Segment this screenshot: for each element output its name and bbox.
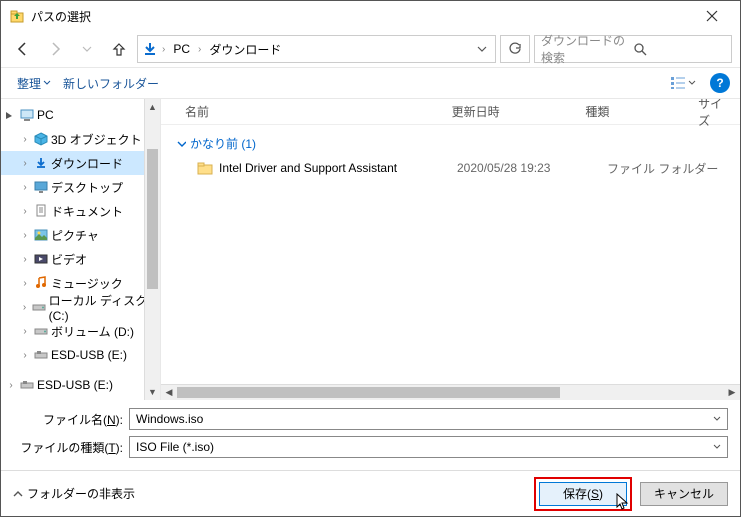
save-button[interactable]: 保存(S) — [539, 482, 627, 506]
file-list[interactable]: かなり前 (1) Intel Driver and Support Assist… — [161, 125, 740, 384]
collapse-icon — [177, 139, 186, 148]
search-input[interactable]: ダウンロードの検索 — [534, 35, 732, 63]
window-title: パスの選択 — [31, 8, 692, 25]
app-icon — [9, 8, 25, 24]
tree-item-videos[interactable]: ›ビデオ — [1, 247, 160, 271]
folder-icon — [197, 160, 213, 176]
filetype-label: ファイルの種類(T): — [13, 439, 123, 456]
recent-dropdown[interactable] — [73, 35, 101, 63]
search-placeholder: ダウンロードの検索 — [541, 32, 633, 66]
usb-drive-icon — [19, 377, 35, 393]
desktop-icon — [33, 179, 49, 195]
scroll-right-arrow[interactable]: ▶ — [724, 387, 740, 398]
collapse-icon[interactable] — [5, 111, 17, 120]
cube-icon — [33, 131, 49, 147]
col-date[interactable]: 更新日時 — [444, 103, 578, 120]
sidebar-tree: PC ›3D オブジェクト ›ダウンロード ›デスクトップ ›ドキュメント ›ピ… — [1, 99, 161, 400]
pictures-icon — [33, 227, 49, 243]
scroll-thumb[interactable] — [177, 387, 560, 398]
column-headers: 名前 更新日時 種類 サイズ — [161, 99, 740, 125]
tree-item-downloads[interactable]: ›ダウンロード — [1, 151, 160, 175]
downloads-icon — [142, 41, 158, 57]
tree-item-esd-usb-e[interactable]: ›ESD-USB (E:) — [1, 343, 160, 367]
tree-item-volume-d[interactable]: ›ボリューム (D:) — [1, 319, 160, 343]
cancel-button[interactable]: キャンセル — [640, 482, 728, 506]
scroll-thumb[interactable] — [147, 149, 158, 289]
tree-item-pc[interactable]: PC — [1, 103, 160, 127]
filename-input[interactable]: Windows.iso — [129, 408, 728, 430]
tree-item-documents[interactable]: ›ドキュメント — [1, 199, 160, 223]
up-button[interactable] — [105, 35, 133, 63]
cursor-icon — [616, 493, 630, 511]
back-button[interactable] — [9, 35, 37, 63]
forward-button[interactable] — [41, 35, 69, 63]
drive-icon — [33, 323, 49, 339]
scroll-up-arrow[interactable]: ▲ — [145, 99, 160, 115]
tree-item-local-disk-c[interactable]: ›ローカル ディスク (C:) — [1, 295, 160, 319]
tree-item-desktop[interactable]: ›デスクトップ — [1, 175, 160, 199]
breadcrumb-current[interactable]: ダウンロード — [205, 39, 285, 60]
address-bar[interactable]: › PC › ダウンロード — [137, 35, 496, 63]
col-name[interactable]: 名前 — [177, 103, 444, 120]
help-button[interactable]: ? — [710, 73, 730, 93]
tree-item-pictures[interactable]: ›ピクチャ — [1, 223, 160, 247]
chevron-right-icon: › — [162, 44, 165, 55]
titlebar: パスの選択 — [1, 1, 740, 31]
organize-button[interactable]: 整理 — [11, 71, 57, 96]
address-dropdown[interactable] — [473, 44, 491, 54]
pc-icon — [19, 107, 35, 123]
usb-drive-icon — [33, 347, 49, 363]
tree-item-esd-usb-root[interactable]: ›ESD-USB (E:) — [1, 373, 160, 397]
scroll-left-arrow[interactable]: ◀ — [161, 387, 177, 398]
breadcrumb-pc[interactable]: PC — [169, 40, 194, 58]
close-button[interactable] — [692, 1, 732, 31]
footer: フォルダーの非表示 保存(S) キャンセル — [1, 470, 740, 516]
save-inputs: ファイル名(N): Windows.iso ファイルの種類(T): ISO Fi… — [1, 400, 740, 470]
search-icon — [633, 42, 725, 56]
music-icon — [33, 275, 49, 291]
view-options-button[interactable] — [664, 72, 702, 94]
toolbar: 整理 新しいフォルダー ? — [1, 67, 740, 99]
horizontal-scrollbar[interactable]: ◀ ▶ — [161, 384, 740, 400]
file-group-header[interactable]: かなり前 (1) — [161, 131, 740, 156]
scroll-down-arrow[interactable]: ▼ — [145, 384, 160, 400]
refresh-button[interactable] — [500, 35, 530, 63]
file-row[interactable]: Intel Driver and Support Assistant 2020/… — [161, 156, 740, 180]
downloads-icon — [33, 155, 49, 171]
drive-icon — [32, 299, 47, 315]
col-type[interactable]: 種類 — [577, 103, 690, 120]
documents-icon — [33, 203, 49, 219]
navbar: › PC › ダウンロード ダウンロードの検索 — [1, 31, 740, 67]
sidebar-scrollbar[interactable]: ▲ ▼ — [144, 99, 160, 400]
hide-folders-toggle[interactable]: フォルダーの非表示 — [13, 485, 135, 502]
videos-icon — [33, 251, 49, 267]
filename-label: ファイル名(N): — [13, 411, 123, 428]
chevron-right-icon: › — [198, 44, 201, 55]
tree-item-3d-objects[interactable]: ›3D オブジェクト — [1, 127, 160, 151]
filetype-combo[interactable]: ISO File (*.iso) — [129, 436, 728, 458]
new-folder-button[interactable]: 新しいフォルダー — [57, 71, 165, 96]
chevron-up-icon — [13, 489, 23, 499]
